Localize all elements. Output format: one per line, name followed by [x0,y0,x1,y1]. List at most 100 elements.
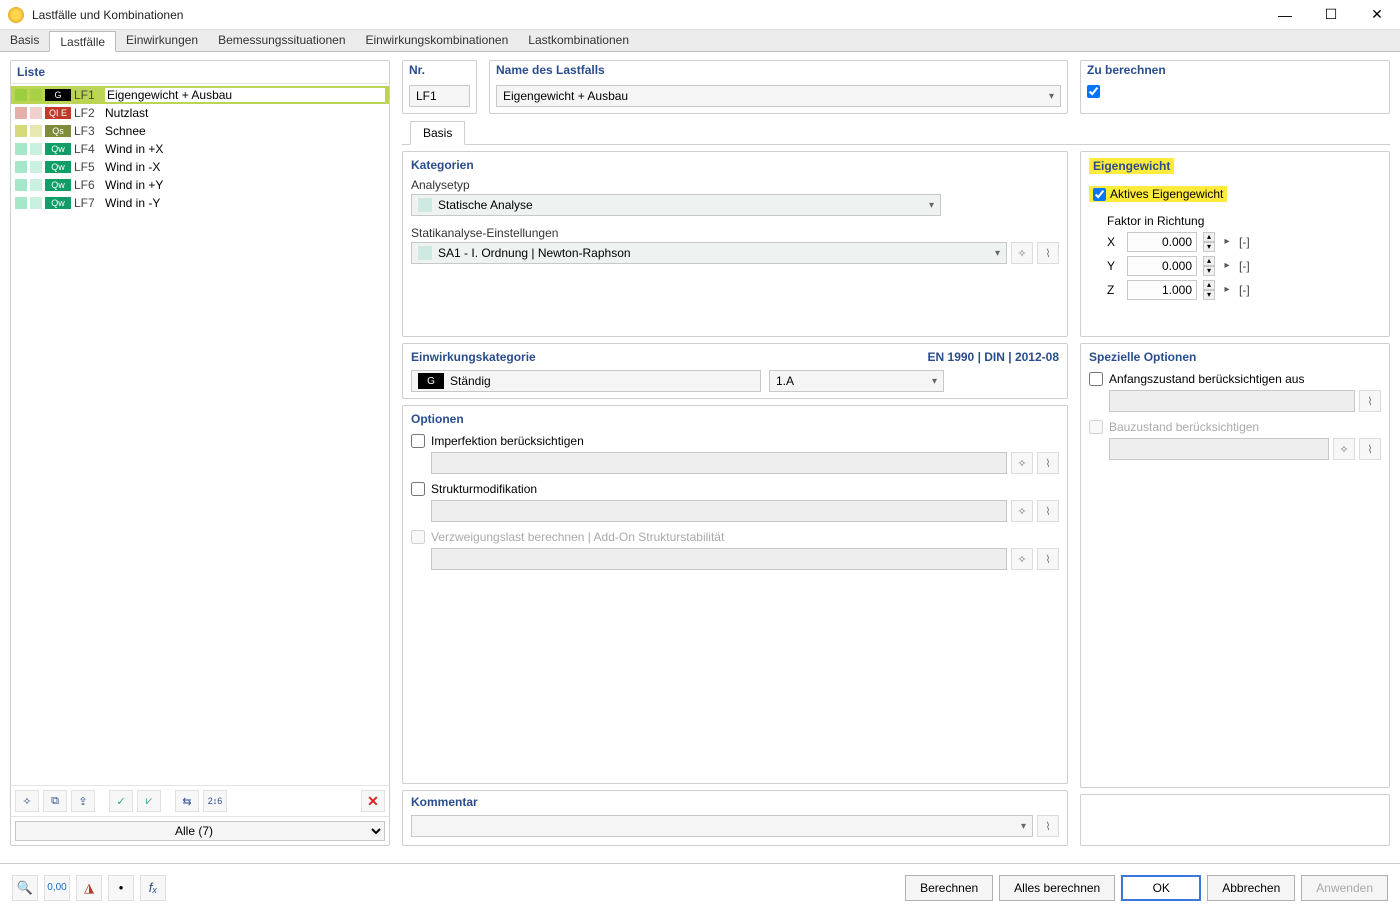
imperfektion-checkbox[interactable] [411,434,425,448]
tab-einwirkungen[interactable]: Einwirkungen [116,30,208,51]
list-item[interactable]: QwLF4Wind in +X [11,140,389,158]
eigengewicht-title: Eigengewicht [1089,158,1174,174]
tab-bemessungssituationen[interactable]: Bemessungssituationen [208,30,355,51]
abbrechen-button[interactable]: Abbrechen [1207,875,1295,901]
loadcase-number: LF2 [74,106,102,120]
swap-icon[interactable]: ⇆ [175,790,199,812]
fx-icon[interactable]: fₓ [140,875,166,901]
factor-input-z[interactable] [1127,280,1197,300]
alles-berechnen-button[interactable]: Alles berechnen [999,875,1115,901]
berechnen-button[interactable]: Berechnen [905,875,993,901]
list-item[interactable]: QwLF5Wind in -X [11,158,389,176]
tab-lastkombinationen[interactable]: Lastkombinationen [518,30,639,51]
tab-einwirkungskombinationen[interactable]: Einwirkungskombinationen [356,30,519,51]
list-item[interactable]: QwLF6Wind in +Y [11,176,389,194]
loadcase-cat-badge: Qw [45,197,71,209]
maximize-button[interactable]: ☐ [1308,0,1354,30]
loadcase-number: LF3 [74,124,102,138]
spin-up-icon[interactable]: ▴ [1203,256,1215,266]
list-filter-select[interactable]: Alle (7) [15,821,385,841]
factor-input-y[interactable] [1127,256,1197,276]
imperfektion-new-icon: ✧ [1011,452,1033,474]
anfang-checkbox[interactable] [1089,372,1103,386]
loadcase-list[interactable]: GLF1Eigengewicht + AusbauQI ELF2Nutzlast… [11,84,389,785]
play-icon[interactable]: ▸ [1221,256,1233,276]
struktur-new-icon: ✧ [1011,500,1033,522]
search-icon[interactable]: 🔍 [12,875,38,901]
spin-up-icon[interactable]: ▴ [1203,280,1215,290]
loadcase-cat-badge: Qs [45,125,71,137]
statik-select[interactable]: SA1 - I. Ordnung | Newton-Raphson ▾ [411,242,1007,264]
factor-input-x[interactable] [1127,232,1197,252]
spin-down-icon[interactable]: ▾ [1203,242,1215,252]
edit-subitem-icon[interactable]: ⌇ [1037,242,1059,264]
anfang-label: Anfangszustand berücksichtigen aus [1109,372,1304,386]
einwirkung-cat-select[interactable]: G Ständig [411,370,761,392]
delete-icon[interactable]: ✕ [361,790,385,812]
play-icon[interactable]: ▸ [1221,280,1233,300]
check-green-icon[interactable]: ✓ [109,790,133,812]
loadcase-cat-badge: QI E [45,107,71,119]
aktiv-eigengewicht-checkbox[interactable] [1093,188,1106,201]
ok-button[interactable]: OK [1121,875,1201,901]
minimize-button[interactable]: — [1262,0,1308,30]
struktur-label: Strukturmodifikation [431,482,537,496]
new-subitem-icon[interactable]: ✧ [1011,242,1033,264]
kommentar-input[interactable]: ▾ [411,815,1033,837]
window-title: Lastfälle und Kombinationen [32,8,1262,22]
export-icon[interactable]: ⇪ [71,790,95,812]
kommentar-edit-icon[interactable]: ⌇ [1037,815,1059,837]
chevron-down-icon: ▾ [932,376,937,387]
anfang-select [1109,390,1355,412]
list-item[interactable]: QsLF3Schnee [11,122,389,140]
chevron-down-icon: ▾ [995,248,1000,259]
spin-up-icon[interactable]: ▴ [1203,232,1215,242]
check-all-icon[interactable]: ⩗ [137,790,161,812]
model-icon[interactable]: ◮ [76,875,102,901]
dot-icon[interactable]: • [108,875,134,901]
tab-lastfaelle[interactable]: Lastfälle [49,31,116,52]
play-icon[interactable]: ▸ [1221,232,1233,252]
einwirkung-panel: Einwirkungskategorie EN 1990 | DIN | 201… [402,343,1068,399]
units-icon[interactable]: 0,00 [44,875,70,901]
spezielle-panel: Spezielle Optionen Anfangszustand berück… [1080,343,1390,788]
subtab-basis[interactable]: Basis [410,121,465,145]
verzweig-checkbox [411,530,425,544]
analysetyp-select[interactable]: Statische Analyse ▾ [411,194,941,216]
tab-basis[interactable]: Basis [0,30,49,51]
loadcase-color-icon [15,161,27,173]
app-icon [8,7,24,23]
loadcase-color-icon [15,143,27,155]
unit-label: [-] [1239,283,1250,297]
loadcase-color-icon [15,107,27,119]
close-button[interactable]: ✕ [1354,0,1400,30]
calc-checkbox[interactable] [1087,85,1100,98]
copy-icon[interactable]: ⧉ [43,790,67,812]
list-item[interactable]: QI ELF2Nutzlast [11,104,389,122]
loadcase-number: LF5 [74,160,102,174]
faktor-label: Faktor in Richtung [1107,214,1381,228]
anfang-edit-icon: ⌇ [1359,390,1381,412]
einwirkung-norm: EN 1990 | DIN | 2012-08 [928,350,1059,370]
list-item[interactable]: QwLF7Wind in -Y [11,194,389,212]
new-icon[interactable]: ✧ [15,790,39,812]
loadcase-color2-icon [30,161,42,173]
loadcase-color2-icon [30,107,42,119]
loadcase-cat-badge: Qw [45,143,71,155]
struktur-select [431,500,1007,522]
statik-label: Statikanalyse-Einstellungen [411,226,1059,240]
struktur-checkbox[interactable] [411,482,425,496]
list-item[interactable]: GLF1Eigengewicht + Ausbau [11,86,389,104]
imperfektion-select [431,452,1007,474]
verzweig-new-icon: ✧ [1011,548,1033,570]
spin-down-icon[interactable]: ▾ [1203,266,1215,276]
renum-icon[interactable]: 2↕6 [203,790,227,812]
name-select[interactable]: Eigengewicht + Ausbau ▾ [496,85,1061,107]
statik-swatch-icon [418,246,432,260]
spin-down-icon[interactable]: ▾ [1203,290,1215,300]
loadcase-name: Nutzlast [105,106,148,120]
anwenden-button[interactable]: Anwenden [1301,875,1388,901]
einwirkung-class-select[interactable]: 1.A ▾ [769,370,944,392]
loadcase-color-icon [15,125,27,137]
nr-input[interactable]: LF1 [409,85,470,107]
